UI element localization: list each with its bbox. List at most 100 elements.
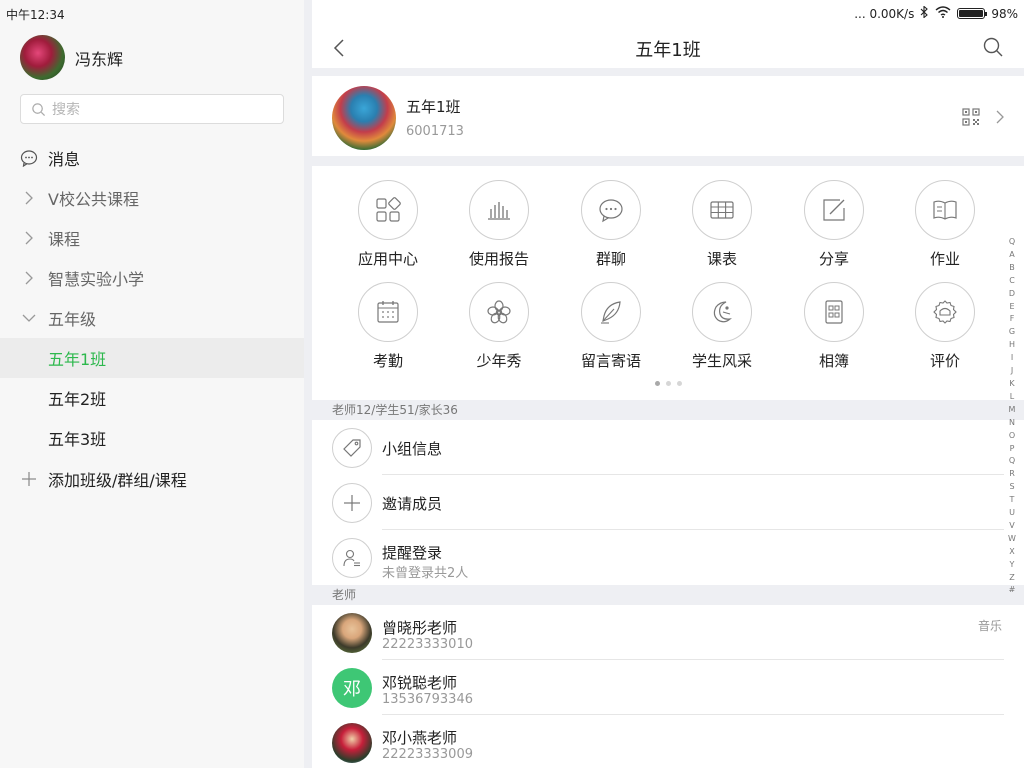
feature-label: 考勤 <box>372 352 403 370</box>
apps-icon <box>358 180 418 240</box>
alpha-index-letter[interactable]: R <box>1009 468 1015 481</box>
feature-share[interactable]: 分享 <box>784 180 884 280</box>
alpha-index-letter[interactable]: Y <box>1010 559 1015 572</box>
alpha-index-letter[interactable]: L <box>1010 391 1014 404</box>
sidebar-item-courses[interactable]: 课程 <box>0 218 304 258</box>
timetable-icon <box>692 180 752 240</box>
feature-youth-show[interactable]: 少年秀 <box>449 282 549 382</box>
sidebar-item-class-1[interactable]: 五年1班 <box>0 338 304 378</box>
qr-code-icon[interactable] <box>962 108 980 126</box>
sidebar-item-grade-5[interactable]: 五年级 <box>0 298 304 338</box>
alpha-index-letter[interactable]: T <box>1010 494 1015 507</box>
sidebar-item-label: 课程 <box>48 230 81 249</box>
alpha-index-letter[interactable]: B <box>1009 262 1015 275</box>
bluetooth-icon <box>920 5 929 21</box>
flower-icon <box>469 282 529 342</box>
alpha-index-letter[interactable]: # <box>1009 584 1016 597</box>
sidebar-item-label: 五年级 <box>48 310 97 329</box>
alpha-index-letter[interactable]: C <box>1009 275 1015 288</box>
teacher-row[interactable]: 邓小燕老师 22223333009 <box>312 715 1024 768</box>
alpha-index-letter[interactable]: Q <box>1009 455 1015 468</box>
alpha-index-letter[interactable]: J <box>1011 365 1013 378</box>
alpha-index-letter[interactable]: U <box>1009 507 1015 520</box>
feature-app-center[interactable]: 应用中心 <box>338 180 438 280</box>
alpha-index-letter[interactable]: E <box>1009 301 1014 314</box>
alpha-index-letter[interactable]: G <box>1009 326 1015 339</box>
invite-members-row[interactable]: 邀请成员 <box>312 475 1024 530</box>
feature-messages-board[interactable]: 留言寄语 <box>561 282 661 382</box>
alpha-index-letter[interactable]: K <box>1009 378 1014 391</box>
teacher-row[interactable]: 曾晓彤老师 22223333010 音乐 <box>312 605 1024 660</box>
calendar-icon <box>358 282 418 342</box>
teacher-row[interactable]: 邓 邓锐聪老师 13536793346 <box>312 660 1024 715</box>
feature-timetable[interactable]: 课表 <box>672 180 772 280</box>
teacher-name: 邓锐聪老师 <box>382 674 458 692</box>
sidebar-item-label: 五年3班 <box>48 430 107 449</box>
medal-icon <box>915 282 975 342</box>
alpha-index-letter[interactable]: A <box>1009 249 1014 262</box>
avatar <box>332 613 372 653</box>
feature-homework[interactable]: 作业 <box>895 180 995 280</box>
user-avatar[interactable] <box>20 35 65 80</box>
page-indicator <box>312 381 1024 386</box>
feature-label: 作业 <box>929 250 960 268</box>
class-avatar <box>332 86 396 150</box>
feature-evaluation[interactable]: 评价 <box>895 282 995 382</box>
alpha-index-letter[interactable]: N <box>1009 417 1015 430</box>
alpha-index-letter[interactable]: V <box>1009 520 1014 533</box>
alpha-index-letter[interactable]: D <box>1009 288 1015 301</box>
search-icon <box>983 37 1003 57</box>
search-placeholder: 搜索 <box>52 102 80 118</box>
page-dot[interactable] <box>654 381 660 386</box>
user-profile[interactable]: 冯东辉 <box>20 35 123 80</box>
teacher-phone: 13536793346 <box>382 692 473 707</box>
sidebar-item-label: 添加班级/群组/课程 <box>48 471 187 490</box>
feature-group-chat[interactable]: 群聊 <box>561 180 661 280</box>
teacher-phone: 22223333010 <box>382 637 473 652</box>
class-card[interactable]: 五年1班 6001713 <box>312 76 1024 156</box>
alpha-index-letter[interactable]: H <box>1009 339 1015 352</box>
feature-label: 相簿 <box>818 352 849 370</box>
alpha-index-letter[interactable]: P <box>1010 443 1015 456</box>
alpha-index-letter[interactable]: F <box>1010 313 1015 326</box>
row-subtitle: 未曾登录共2人 <box>382 566 469 581</box>
alpha-index-letter[interactable]: S <box>1009 481 1014 494</box>
feature-student-style[interactable]: 学生风采 <box>672 282 772 382</box>
chevron-right-icon <box>20 189 38 207</box>
chat-icon <box>20 149 38 167</box>
alpha-index-letter[interactable]: Z <box>1009 572 1014 585</box>
pane-divider <box>304 0 312 768</box>
teachers-section-header: 老师 <box>312 585 1024 605</box>
remind-login-row[interactable]: 提醒登录 未曾登录共2人 <box>312 530 1024 585</box>
page-dot[interactable] <box>676 381 682 386</box>
teacher-phone: 22223333009 <box>382 747 473 762</box>
sidebar-item-public-courses[interactable]: V校公共课程 <box>0 178 304 218</box>
sidebar-item-messages[interactable]: 消息 <box>0 138 304 178</box>
plus-icon <box>20 470 38 488</box>
sidebar-search-input[interactable]: 搜索 <box>20 94 284 124</box>
feature-grid: 应用中心 使用报告 群聊 课表 分享 作业 考勤 少年秀 留言寄语 学生风采 相… <box>312 166 1024 394</box>
group-info-row[interactable]: 小组信息 <box>312 420 1024 475</box>
search-button[interactable] <box>982 36 1004 58</box>
alphabet-index[interactable]: Q A B C D E F G H I J K L M N O P Q R S T U V W X Y Z # <box>1000 236 1024 597</box>
alpha-index-letter[interactable]: M <box>1009 404 1016 417</box>
avatar <box>332 723 372 763</box>
alpha-index-letter[interactable]: X <box>1009 546 1014 559</box>
alpha-index-letter[interactable]: I <box>1011 352 1013 365</box>
battery-percent: 98% <box>991 6 1018 21</box>
person-list-icon <box>332 538 372 578</box>
alpha-index-letter[interactable]: Q <box>1009 236 1015 249</box>
section-gap <box>312 68 1024 76</box>
feature-attendance[interactable]: 考勤 <box>338 282 438 382</box>
page-dot[interactable] <box>665 381 671 386</box>
header-bar: 五年1班 <box>312 28 1024 68</box>
sidebar-item-class-3[interactable]: 五年3班 <box>0 418 304 458</box>
avatar: 邓 <box>332 668 372 708</box>
feature-album[interactable]: 相簿 <box>784 282 884 382</box>
alpha-index-letter[interactable]: W <box>1008 533 1016 546</box>
sidebar-item-school[interactable]: 智慧实验小学 <box>0 258 304 298</box>
feature-usage-report[interactable]: 使用报告 <box>449 180 549 280</box>
alpha-index-letter[interactable]: O <box>1009 430 1015 443</box>
sidebar-add-button[interactable]: 添加班级/群组/课程 <box>0 459 304 499</box>
sidebar-item-class-2[interactable]: 五年2班 <box>0 378 304 418</box>
